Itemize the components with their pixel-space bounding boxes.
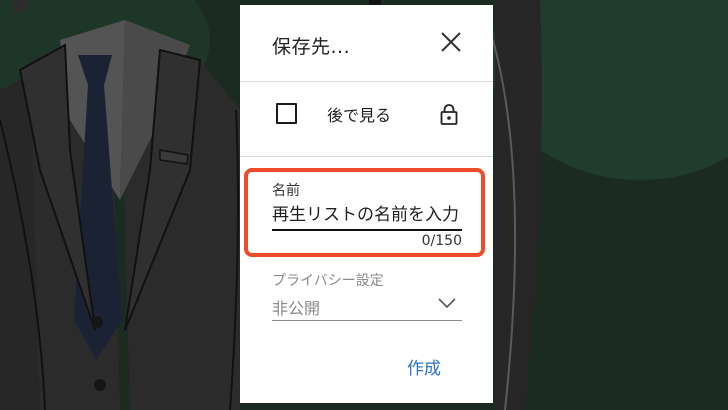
privacy-underline	[272, 320, 462, 321]
watch-later-checkbox[interactable]	[276, 103, 297, 124]
playlist-name-input[interactable]	[272, 203, 462, 227]
privacy-label: プライバシー設定	[272, 273, 384, 289]
close-icon[interactable]	[436, 27, 466, 57]
character-counter: 0/150	[421, 233, 462, 249]
privacy-value: 非公開	[272, 299, 321, 318]
privacy-field: プライバシー設定 非公開	[272, 270, 462, 322]
playlist-item-label: 後で見る	[327, 106, 392, 125]
name-label: 名前	[272, 183, 300, 199]
name-input-underline	[272, 229, 462, 231]
dialog-header: 保存先...	[240, 5, 493, 81]
chevron-down-icon	[438, 298, 456, 309]
create-button[interactable]: 作成	[407, 354, 441, 379]
section-divider	[240, 156, 493, 157]
save-to-playlist-dialog: 保存先... 後で見る 名前 0/150 プライバシー設定 非公開 作成	[240, 5, 493, 403]
lock-icon	[440, 104, 458, 125]
privacy-dropdown[interactable]: 非公開	[272, 290, 462, 320]
dialog-title: 保存先...	[272, 36, 351, 58]
